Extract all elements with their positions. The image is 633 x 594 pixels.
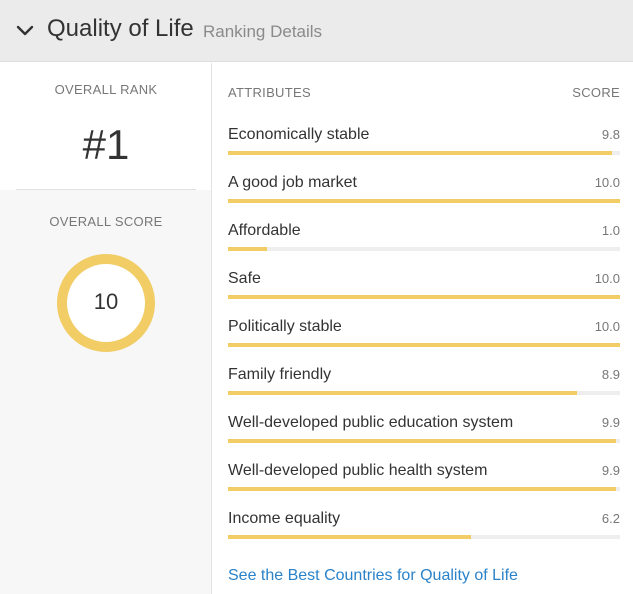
attribute-row: Safe 10.0 xyxy=(228,270,620,310)
score-bar-fill xyxy=(228,247,268,251)
attribute-row: Economically stable 9.8 xyxy=(228,126,620,166)
score-bar-fill xyxy=(228,391,577,395)
overall-score-value: 10 xyxy=(93,289,119,314)
attribute-score: 6.2 xyxy=(601,511,620,526)
attributes-panel: ATTRIBUTES SCORE Economically stable 9.8 A… xyxy=(228,63,620,594)
score-bar-fill xyxy=(228,199,620,203)
score-bar-track xyxy=(228,247,620,251)
attribute-name: Economically stable xyxy=(228,126,370,143)
score-area xyxy=(0,190,211,594)
chevron-down-icon[interactable] xyxy=(15,22,35,40)
overall-rank-value: #1 xyxy=(82,121,130,168)
attribute-name: A good job market xyxy=(228,174,357,191)
attribute-row: Affordable 1.0 xyxy=(228,222,620,262)
attribute-row: Family friendly 8.9 xyxy=(228,366,620,406)
section-title: Quality of Life xyxy=(47,15,194,42)
attribute-name: Income equality xyxy=(228,510,341,527)
score-bar-track xyxy=(228,151,620,155)
score-bar-fill xyxy=(228,439,617,443)
score-bar-track xyxy=(228,295,620,299)
score-column-header: SCORE xyxy=(572,85,620,100)
score-bar-track xyxy=(228,391,620,395)
attribute-score: 9.8 xyxy=(601,127,620,142)
attribute-score: 8.9 xyxy=(601,367,620,382)
attribute-score: 10.0 xyxy=(594,175,620,190)
score-bar-track xyxy=(228,487,620,491)
attributes-column-header: ATTRIBUTES xyxy=(228,85,311,100)
score-bar-fill xyxy=(228,343,620,347)
score-bar-track xyxy=(228,439,620,443)
overview-panel: OVERALL RANK #1 OVERALL SCORE 10 xyxy=(0,63,212,594)
attribute-name: Well-developed public education system xyxy=(228,414,514,431)
score-bar-fill xyxy=(228,535,472,539)
attribute-name: Family friendly xyxy=(228,366,332,383)
overall-score-label: OVERALL SCORE xyxy=(49,214,163,229)
attribute-row: Income equality 6.2 xyxy=(228,510,620,550)
score-bar-fill xyxy=(228,295,620,299)
best-countries-link[interactable]: See the Best Countries for Quality of Li… xyxy=(228,567,518,585)
attribute-score: 10.0 xyxy=(594,271,620,286)
divider xyxy=(16,189,196,190)
overall-rank-label: OVERALL RANK xyxy=(54,82,158,97)
section-header[interactable]: Quality of Life Ranking Details xyxy=(0,0,633,62)
score-bar-fill xyxy=(228,151,613,155)
attribute-name: Affordable xyxy=(228,222,301,239)
attribute-row: Well-developed public education system 9.… xyxy=(228,414,620,454)
section-subtitle: Ranking Details xyxy=(203,22,323,41)
attribute-name: Well-developed public health system xyxy=(228,462,488,479)
attribute-row: Politically stable 10.0 xyxy=(228,318,620,358)
attribute-score: 9.9 xyxy=(601,463,620,478)
attribute-name: Politically stable xyxy=(228,318,342,335)
attribute-row: Well-developed public health system 9.9 xyxy=(228,462,620,502)
attribute-row: A good job market 10.0 xyxy=(228,174,620,214)
score-bar-track xyxy=(228,343,620,347)
attribute-score: 9.9 xyxy=(601,415,620,430)
attribute-name: Safe xyxy=(228,270,261,287)
score-bar-track xyxy=(228,199,620,203)
score-bar-track xyxy=(228,535,620,539)
score-bar-fill xyxy=(228,487,617,491)
attribute-score: 10.0 xyxy=(594,319,620,334)
attribute-score: 1.0 xyxy=(601,223,620,238)
